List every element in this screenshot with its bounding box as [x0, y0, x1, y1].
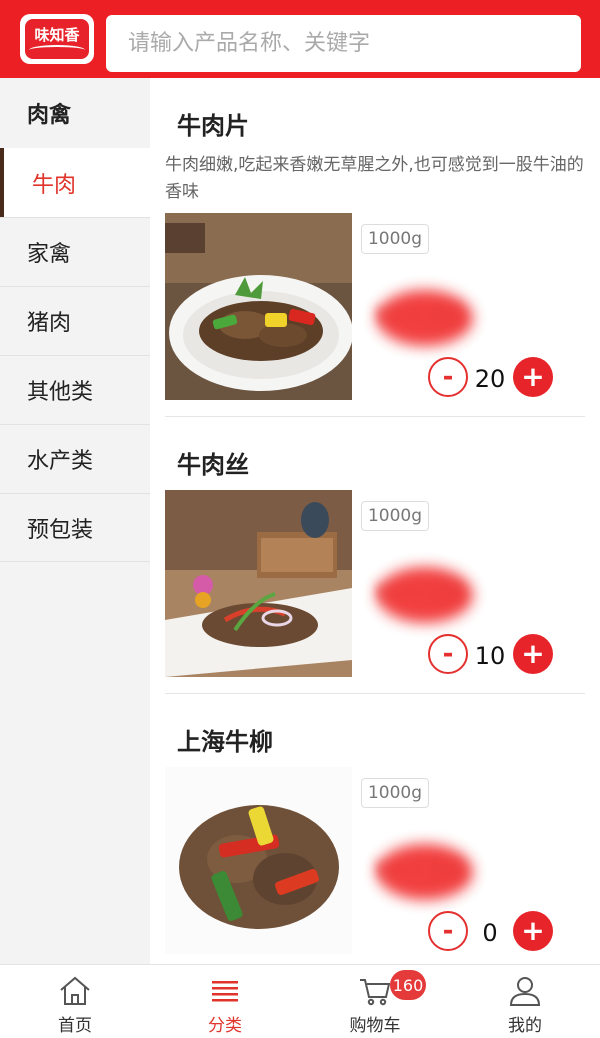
beef-shreds-image: [165, 490, 352, 677]
product-description: 牛肉细嫩,吃起来香嫩无草腥之外,也可感觉到一股牛油的香味: [165, 155, 584, 202]
decrease-quantity-button[interactable]: -: [428, 911, 468, 951]
product-weight: 1000g: [361, 778, 429, 808]
logo-swoosh: [29, 45, 85, 55]
tab-label: 购物车: [349, 1016, 401, 1036]
sidebar-item-beef[interactable]: 牛肉: [0, 148, 150, 217]
sidebar-item-label: 其他类: [27, 380, 94, 405]
quantity-value: 20: [474, 365, 506, 393]
sidebar-item-prepacked[interactable]: 预包装: [0, 493, 150, 562]
product-list[interactable]: 牛肉片 牛肉细嫩,吃起来香嫩无草腥之外,也可感觉到一股牛油的香味 1000g ¥…: [150, 78, 600, 964]
category-list-icon: [212, 981, 238, 1002]
product-price: ¥••.60: [375, 856, 464, 886]
product-title: 牛肉片: [177, 112, 249, 140]
logo-badge: 味知香: [25, 19, 89, 59]
product-price: ¥••.60: [375, 302, 464, 332]
quantity-value: 10: [474, 642, 506, 670]
beef-slices-image: [165, 213, 352, 400]
sidebar-item-label: 家禽: [27, 242, 72, 267]
cart-count-badge: 160: [390, 970, 426, 1000]
product-image[interactable]: [165, 490, 352, 677]
search-input[interactable]: [106, 15, 581, 72]
increase-quantity-button[interactable]: +: [513, 357, 553, 397]
brand-logo[interactable]: 味知香: [20, 14, 94, 64]
sidebar-item-seafood[interactable]: 水产类: [0, 424, 150, 493]
search-box[interactable]: [106, 15, 581, 72]
product-image[interactable]: [165, 213, 352, 400]
category-sidebar: 肉禽 牛肉 家禽 猪肉 其他类 水产类 预包装: [0, 78, 150, 964]
product-divider: [165, 416, 585, 417]
cart-icon: [360, 979, 391, 1006]
tab-profile[interactable]: 我的: [450, 965, 600, 1038]
sidebar-item-others[interactable]: 其他类: [0, 355, 150, 424]
sidebar-item-poultry[interactable]: 家禽: [0, 217, 150, 286]
tab-cart[interactable]: 购物车: [300, 965, 450, 1038]
logo-text: 味知香: [34, 26, 80, 44]
product-title: 上海牛柳: [177, 728, 273, 756]
increase-quantity-button[interactable]: +: [513, 911, 553, 951]
decrease-quantity-button[interactable]: -: [428, 357, 468, 397]
product-weight: 1000g: [361, 224, 429, 254]
top-header: 味知香: [0, 0, 600, 78]
tab-label: 我的: [508, 1016, 542, 1036]
tab-category[interactable]: 分类: [150, 965, 300, 1038]
shanghai-beef-image: [165, 767, 352, 954]
app-screen: 味知香 肉禽 牛肉 家禽 猪肉 其他类 水产类 预包装: [0, 0, 600, 1038]
bottom-tab-bar: 首页 分类 购物车 我的: [0, 964, 600, 1038]
sidebar-item-pork[interactable]: 猪肉: [0, 286, 150, 355]
product-title: 牛肉丝: [177, 451, 249, 479]
user-icon: [509, 977, 541, 1006]
tab-label: 分类: [208, 1016, 242, 1036]
sidebar-item-label: 水产类: [27, 449, 94, 474]
home-icon: [60, 976, 90, 1005]
sidebar-item-label: 预包装: [27, 517, 94, 543]
sidebar-category-title: 肉禽: [27, 103, 72, 128]
tab-label: 首页: [58, 1016, 92, 1036]
sidebar-item-label: 猪肉: [27, 311, 72, 336]
increase-quantity-button[interactable]: +: [513, 634, 553, 674]
product-divider: [165, 693, 585, 694]
product-image[interactable]: [165, 767, 352, 954]
quantity-value: 0: [482, 919, 498, 947]
tab-home[interactable]: 首页: [0, 965, 150, 1038]
decrease-quantity-button[interactable]: -: [428, 634, 468, 674]
product-price: ¥••.00: [375, 579, 464, 609]
sidebar-item-label: 牛肉: [32, 172, 77, 198]
product-weight: 1000g: [361, 501, 429, 531]
